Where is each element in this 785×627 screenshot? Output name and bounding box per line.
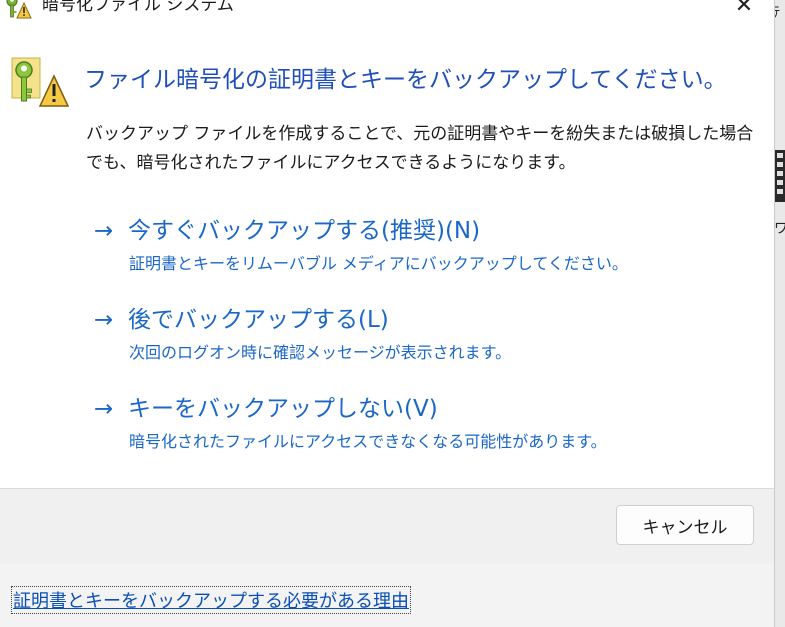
background-text: ﾃ: [775, 5, 780, 21]
dialog-description: バックアップ ファイルを作成することで、元の証明書やキーを紛失または破損した場合…: [86, 124, 754, 173]
option-title[interactable]: 今すぐバックアップする(推奨)(N): [128, 218, 480, 244]
option-subtitle: 次回のログオン時に確認メッセージが表示されます。: [129, 343, 512, 362]
dialog-content: ファイル暗号化の証明書とキーをバックアップしてください。 バックアップ ファイル…: [0, 32, 774, 488]
dialog-heading: ファイル暗号化の証明書とキーをバックアップしてください。: [84, 67, 727, 93]
dialog-footer: キャンセル: [0, 488, 774, 565]
arrow-right-icon: →: [94, 396, 114, 422]
arrow-right-icon: →: [94, 307, 114, 333]
option-title[interactable]: キーをバックアップしない(V): [128, 396, 438, 422]
close-button[interactable]: ✕: [722, 0, 766, 24]
title-bar: 暗号化ファイル システム ✕: [0, 0, 774, 32]
background-text: ワ: [775, 221, 785, 237]
window-title: 暗号化ファイル システム: [42, 0, 234, 15]
help-link[interactable]: 証明書とキーをバックアップする必要がある理由: [11, 586, 411, 614]
film-strip-icon: [775, 150, 785, 202]
key-warning-icon: [11, 57, 70, 107]
background-window: ﾃ ワ: [775, 0, 785, 627]
option-title[interactable]: 後でバックアップする(L): [128, 307, 389, 333]
backup-later-option[interactable]: → 後でバックアップする(L) 次回のログオン時に確認メッセージが表示されます。: [94, 305, 714, 363]
close-icon[interactable]: ✕: [735, 0, 753, 18]
help-area: 証明書とキーをバックアップする必要がある理由: [0, 564, 774, 627]
never-backup-option[interactable]: → キーをバックアップしない(V) 暗号化されたファイルにアクセスできなくなる可能…: [94, 394, 714, 452]
cancel-button[interactable]: キャンセル: [616, 505, 754, 545]
backup-now-option[interactable]: → 今すぐバックアップする(推奨)(N) 証明書とキーをリムーバブル メディアにバ…: [94, 216, 714, 274]
key-warning-icon: [6, 0, 32, 19]
option-subtitle: 暗号化されたファイルにアクセスできなくなる可能性があります。: [129, 432, 607, 451]
option-subtitle: 証明書とキーをリムーバブル メディアにバックアップしてください。: [129, 254, 628, 273]
arrow-right-icon: →: [94, 218, 114, 244]
efs-backup-dialog: 暗号化ファイル システム ✕ ファイル暗号化の証明書とキーをバックアップしてくだ…: [0, 0, 775, 627]
